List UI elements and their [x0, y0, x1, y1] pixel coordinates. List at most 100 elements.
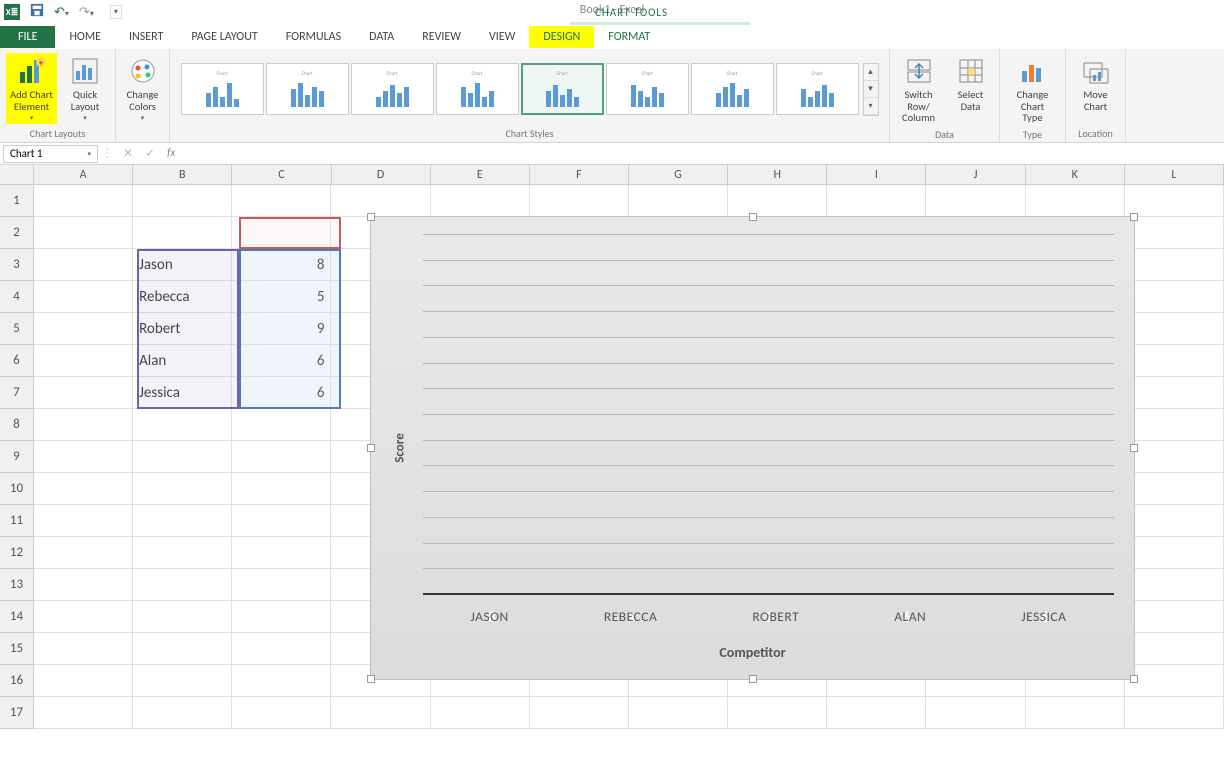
cell-G17[interactable] — [629, 697, 728, 729]
cell-A8[interactable] — [34, 409, 133, 441]
cell-B2[interactable] — [133, 217, 232, 249]
cell-L7[interactable] — [1125, 377, 1224, 409]
chart-y-axis-label[interactable]: Score — [392, 433, 407, 463]
styles-scroll-down[interactable]: ▼ — [864, 81, 878, 98]
styles-more[interactable]: ▾ — [864, 98, 878, 115]
tab-file[interactable]: FILE — [0, 26, 55, 48]
tab-home[interactable]: HOME — [55, 26, 115, 48]
undo-icon[interactable]: ↶▾ — [54, 5, 69, 20]
row-header-16[interactable]: 16 — [0, 665, 34, 697]
cell-B11[interactable] — [133, 505, 232, 537]
cell-E1[interactable] — [431, 185, 530, 217]
cell-B13[interactable] — [133, 569, 232, 601]
col-header-A[interactable]: A — [34, 165, 133, 185]
cell-C2[interactable] — [232, 217, 331, 249]
save-icon[interactable] — [30, 3, 44, 22]
chart-category-label[interactable]: REBECCA — [604, 608, 657, 625]
cell-C14[interactable] — [232, 601, 331, 633]
name-box-dropdown-icon[interactable]: ▾ — [87, 149, 91, 158]
styles-scroll-up[interactable]: ▲ — [864, 64, 878, 81]
cell-F1[interactable] — [530, 185, 629, 217]
cell-L8[interactable] — [1125, 409, 1224, 441]
cell-K1[interactable] — [1026, 185, 1125, 217]
switch-row-column-button[interactable]: Switch Row/ Column — [895, 53, 943, 126]
cell-C4[interactable]: 5 — [232, 281, 331, 313]
cell-A17[interactable] — [34, 697, 133, 729]
cell-B12[interactable] — [133, 537, 232, 569]
cell-L2[interactable] — [1125, 217, 1224, 249]
cell-C15[interactable] — [232, 633, 331, 665]
cell-L17[interactable] — [1125, 697, 1224, 729]
cell-C12[interactable] — [232, 537, 331, 569]
cell-A14[interactable] — [34, 601, 133, 633]
chart-category-label[interactable]: JASON — [471, 608, 509, 625]
cell-A1[interactable] — [34, 185, 133, 217]
row-header-12[interactable]: 12 — [0, 537, 34, 569]
chart-style-1[interactable]: Chart — [181, 63, 264, 115]
cell-C9[interactable] — [232, 441, 331, 473]
cancel-icon[interactable]: ✕ — [123, 146, 133, 161]
cell-C11[interactable] — [232, 505, 331, 537]
cell-A2[interactable] — [34, 217, 133, 249]
cell-A7[interactable] — [34, 377, 133, 409]
cell-K17[interactable] — [1026, 697, 1125, 729]
cell-G1[interactable] — [629, 185, 728, 217]
formula-input[interactable] — [185, 143, 1224, 164]
row-header-10[interactable]: 10 — [0, 473, 34, 505]
row-header-6[interactable]: 6 — [0, 345, 34, 377]
cell-C10[interactable] — [232, 473, 331, 505]
move-chart-button[interactable]: Move Chart — [1072, 53, 1120, 114]
cell-B14[interactable] — [133, 601, 232, 633]
cell-C3[interactable]: 8 — [232, 249, 331, 281]
cell-B1[interactable] — [133, 185, 232, 217]
cell-L16[interactable] — [1125, 665, 1224, 697]
enter-icon[interactable]: ✓ — [145, 146, 155, 161]
cell-C16[interactable] — [232, 665, 331, 697]
chart-style-2[interactable]: Chart — [266, 63, 349, 115]
row-header-17[interactable]: 17 — [0, 697, 34, 729]
cell-A5[interactable] — [34, 313, 133, 345]
cell-B16[interactable] — [133, 665, 232, 697]
col-header-L[interactable]: L — [1125, 165, 1224, 185]
cell-L9[interactable] — [1125, 441, 1224, 473]
cell-L11[interactable] — [1125, 505, 1224, 537]
cell-L4[interactable] — [1125, 281, 1224, 313]
chart-style-6[interactable]: Chart — [606, 63, 689, 115]
redo-icon[interactable]: ↷▾ — [79, 5, 94, 20]
cell-E17[interactable] — [431, 697, 530, 729]
col-header-F[interactable]: F — [530, 165, 629, 185]
row-header-4[interactable]: 4 — [0, 281, 34, 313]
cell-B6[interactable]: Alan — [133, 345, 232, 377]
cell-L10[interactable] — [1125, 473, 1224, 505]
cell-L14[interactable] — [1125, 601, 1224, 633]
cell-F17[interactable] — [530, 697, 629, 729]
cell-B7[interactable]: Jessica — [133, 377, 232, 409]
chart-style-8[interactable]: Chart — [776, 63, 859, 115]
cell-B8[interactable] — [133, 409, 232, 441]
row-header-2[interactable]: 2 — [0, 217, 34, 249]
cell-B15[interactable] — [133, 633, 232, 665]
fx-icon[interactable]: fx — [167, 146, 175, 161]
cell-L12[interactable] — [1125, 537, 1224, 569]
chart-style-7[interactable]: Chart — [691, 63, 774, 115]
col-header-E[interactable]: E — [431, 165, 530, 185]
cell-A12[interactable] — [34, 537, 133, 569]
row-header-14[interactable]: 14 — [0, 601, 34, 633]
cell-L3[interactable] — [1125, 249, 1224, 281]
chart-plot-area[interactable]: 85966 — [423, 237, 1114, 595]
chart-x-axis-label[interactable]: Competitor — [719, 644, 785, 661]
chart-style-5[interactable]: Chart — [521, 63, 604, 115]
cell-B5[interactable]: Robert — [133, 313, 232, 345]
cell-C6[interactable]: 6 — [232, 345, 331, 377]
col-header-B[interactable]: B — [133, 165, 232, 185]
cell-H1[interactable] — [728, 185, 827, 217]
chart-style-3[interactable]: Chart — [351, 63, 434, 115]
cell-L15[interactable] — [1125, 633, 1224, 665]
row-header-5[interactable]: 5 — [0, 313, 34, 345]
chart-category-label[interactable]: ALAN — [894, 608, 926, 625]
cell-I1[interactable] — [827, 185, 926, 217]
cell-B3[interactable]: Jason — [133, 249, 232, 281]
tab-format[interactable]: FORMAT — [594, 26, 664, 48]
change-chart-type-button[interactable]: Change Chart Type — [1006, 53, 1059, 126]
cell-A9[interactable] — [34, 441, 133, 473]
